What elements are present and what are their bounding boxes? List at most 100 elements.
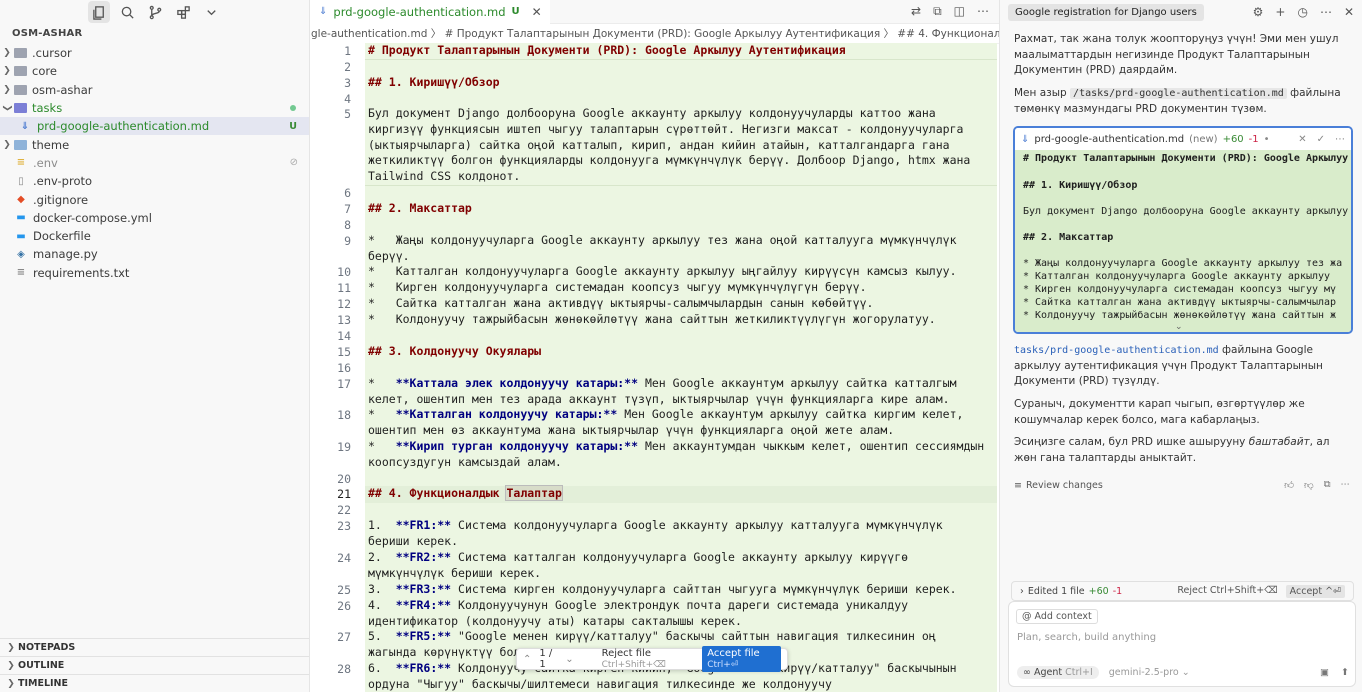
diff-line: Бул документ Django долбооруна Google ак… [1023, 206, 1349, 217]
breadcrumb[interactable]: gle-authentication.md 〉 # Продукт Талапт… [311, 24, 999, 44]
tree-item-label: .env-proto [33, 174, 93, 189]
preview-icon[interactable]: ⧉ [933, 4, 942, 19]
bold-text: **FR6:** [395, 661, 452, 675]
more-icon[interactable]: ⋯ [1320, 5, 1332, 19]
chevron-down-icon[interactable]: ⌄ [565, 654, 573, 665]
untracked-badge: U [289, 120, 297, 132]
line-number: 3 [344, 76, 351, 90]
line-gutter: 1 2 3 4 5 6 7 8 9 10 11 12 13 14 15 16 1… [311, 43, 365, 692]
agent-mode-selector[interactable]: ∞ Agent Ctrl+I [1017, 666, 1099, 679]
code-text: Колдонуучунун Google электрондук почта д… [368, 598, 915, 628]
new-chat-icon[interactable]: + [1275, 5, 1285, 19]
code-line: ## 4. Функционалдык Талаптар [368, 485, 988, 502]
tree-item-env-proto[interactable]: ▯ .env-proto [0, 172, 309, 190]
code-line: * Колдонуучу тажрыйбасын жөнөкөйлөтүү жа… [368, 312, 936, 326]
model-label: gemini-2.5-pro [1108, 667, 1179, 678]
accept-file-button[interactable]: Accept file Ctrl+⏎ [702, 646, 781, 672]
code-lines[interactable]: # Продукт Талаптарынын Документи (PRD): … [365, 43, 997, 692]
diff-file-name[interactable]: prd-google-authentication.md [1034, 134, 1184, 145]
text-file-icon: ≡ [16, 267, 26, 279]
panel-outline[interactable]: ❯ OUTLINE [0, 656, 309, 674]
chevron-right-icon[interactable]: › [1020, 586, 1024, 597]
reject-file-button[interactable]: Reject file Ctrl+Shift+⌫ [602, 648, 695, 670]
review-changes-button[interactable]: Review changes [1026, 480, 1103, 491]
chat-input-box[interactable]: @ Add context Plan, search, build anythi… [1008, 601, 1356, 687]
line-number: 19 [337, 440, 351, 454]
new-file-label: (new) [1189, 133, 1218, 145]
chevron-down-icon[interactable] [200, 1, 222, 23]
highlighted-word: Талаптар [505, 485, 563, 501]
extensions-icon[interactable] [172, 1, 194, 23]
history-icon[interactable]: ◷ [1297, 5, 1307, 19]
code-line: * Сайтка катталган жана активдүү ыктыярч… [368, 296, 874, 310]
line-number: 18 [337, 408, 351, 422]
close-icon[interactable]: ✕ [1344, 5, 1354, 19]
diff-card[interactable]: ⇓ prd-google-authentication.md (new) +60… [1013, 126, 1353, 334]
lines-removed: -1 [1248, 133, 1259, 145]
send-icon[interactable]: ⬆ [1341, 667, 1349, 678]
line-number: 23 [337, 519, 351, 533]
tree-item-env[interactable]: ≡ .env ⊘ [0, 154, 309, 172]
diff-line: * Колдонуучу тажрыйбасын жөнөкөйлөтүү жа… [1023, 310, 1337, 321]
tab-prd-file[interactable]: ⇓ prd-google-authentication.md U ✕ [311, 0, 550, 24]
folder-icon [14, 84, 27, 95]
thumbs-up-icon[interactable]: 👍︎ [1284, 479, 1294, 491]
compare-icon[interactable]: ⇄ [911, 4, 921, 19]
code-line: ## 3. Колдонуучу Окуялары [368, 344, 542, 358]
chat-title-tab[interactable]: Google registration for Django users [1008, 3, 1204, 21]
panel-notepads[interactable]: ❯ NOTEPADS [0, 638, 309, 656]
lines-removed: -1 [1112, 585, 1123, 597]
more-icon[interactable]: ⋯ [1341, 479, 1351, 491]
reject-icon[interactable]: ✕ [1298, 134, 1306, 145]
tree-item-label: .env [33, 155, 58, 170]
chevron-up-icon[interactable]: ⌃ [523, 654, 531, 665]
tree-item-dockerfile[interactable]: ▬ Dockerfile [0, 227, 309, 245]
close-icon[interactable]: ✕ [532, 5, 542, 19]
search-icon[interactable] [116, 1, 138, 23]
tree-item-manage-py[interactable]: ◈ manage.py [0, 245, 309, 263]
tree-item-cursor[interactable]: ❯ .cursor [0, 44, 309, 62]
expand-chevron-icon[interactable]: ⌄ [1175, 322, 1183, 332]
assistant-message: Сураныч, документти карап чыгып, өзгөртү… [1014, 398, 1305, 426]
tree-item-osm-ashar[interactable]: ❯ osm-ashar [0, 81, 309, 99]
line-divider [365, 185, 997, 186]
tree-item-gitignore[interactable]: ◆ .gitignore [0, 190, 309, 208]
thumbs-down-icon[interactable]: 👎︎ [1304, 479, 1314, 491]
code-text: ## 4. Функционалдык [368, 486, 507, 500]
code-line: 4. **FR4:** Колдонуучунун Google электро… [368, 598, 915, 628]
panel-timeline[interactable]: ❯ TIMELINE [0, 674, 309, 692]
line-number: 13 [337, 313, 351, 327]
tree-item-docker-compose[interactable]: ▬ docker-compose.yml [0, 209, 309, 227]
more-icon[interactable]: ⋯ [1335, 134, 1345, 145]
file-link[interactable]: tasks/prd-google-authentication.md [1014, 345, 1219, 356]
accept-icon[interactable]: ✓ [1317, 134, 1325, 145]
edited-files-actions: Reject Ctrl+Shift+⌫ Accept ^⏎ [1177, 584, 1345, 598]
code-view[interactable]: 1 2 3 4 5 6 7 8 9 10 11 12 13 14 15 16 1… [311, 43, 999, 692]
split-editor-icon[interactable]: ◫ [954, 4, 965, 19]
tree-item-requirements[interactable]: ≡ requirements.txt [0, 264, 309, 282]
image-icon[interactable]: ▣ [1320, 667, 1329, 678]
shortcut-label: Ctrl+I [1065, 667, 1093, 678]
tree-item-label: docker-compose.yml [33, 210, 152, 225]
gear-icon[interactable]: ⚙ [1253, 5, 1264, 19]
chevron-right-icon: ❯ [7, 660, 15, 671]
copy-icon[interactable]: ⧉ [1324, 479, 1331, 491]
tree-item-label: core [32, 64, 57, 79]
files-icon[interactable] [88, 1, 110, 23]
file-review-popup: ⌃ 1 / 1 ⌄ Reject file Ctrl+Shift+⌫ Accep… [516, 646, 788, 672]
model-selector[interactable]: gemini-2.5-pro ⌄ [1109, 667, 1190, 678]
accept-all-button[interactable]: Accept ^⏎ [1285, 584, 1345, 598]
edited-files-bar[interactable]: › Edited 1 file +60 -1 Reject Ctrl+Shift… [1011, 581, 1354, 601]
more-icon[interactable]: ⋯ [977, 4, 989, 19]
message-text: Эсиңизге салам, бул PRD ишке ашырууну [1014, 436, 1249, 448]
tree-item-prd-file[interactable]: ⇓ prd-google-authentication.md U [0, 117, 309, 136]
tree-item-tasks[interactable]: ❯ tasks [0, 99, 309, 117]
add-context-button[interactable]: @ Add context [1016, 609, 1098, 624]
source-control-icon[interactable] [144, 1, 166, 23]
at-icon: @ [1022, 611, 1032, 622]
tree-item-core[interactable]: ❯ core [0, 62, 309, 80]
tree-item-theme[interactable]: ❯ theme [0, 135, 309, 153]
chat-input-placeholder[interactable]: Plan, search, build anything [1017, 632, 1156, 643]
reject-all-button[interactable]: Reject Ctrl+Shift+⌫ [1177, 585, 1277, 598]
line-number: 17 [337, 377, 351, 391]
